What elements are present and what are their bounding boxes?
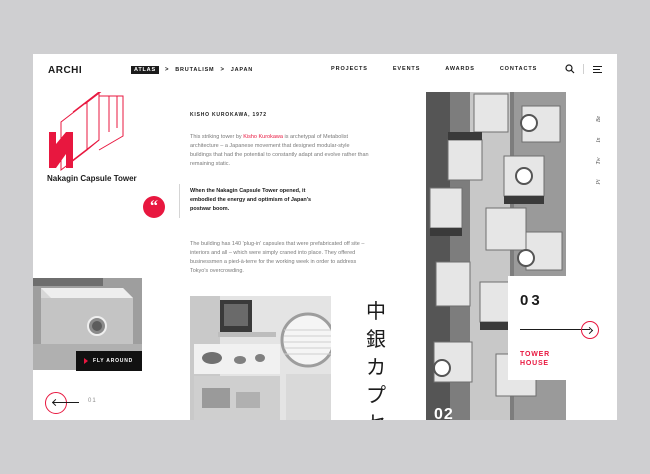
breadcrumb-separator: > [220,67,225,73]
breadcrumb: ATLAS > BRUTALISM > JAPAN [131,66,253,74]
kanji-char: プ [366,383,386,407]
page-frame: ARCHI ATLAS > BRUTALISM > JAPAN PROJECTS… [33,54,617,420]
breadcrumb-japan[interactable]: JAPAN [231,67,253,73]
instagram-link[interactable]: In [596,136,602,144]
pinterest-link[interactable]: Pi [596,178,602,186]
site-logo[interactable]: ARCHI [48,65,82,76]
arrow-left-icon[interactable] [53,402,79,403]
header-divider [583,64,584,74]
arrow-right-icon[interactable] [581,321,599,339]
nav-contacts[interactable]: CONTACTS [500,66,537,72]
twitter-link[interactable]: Tw [596,157,602,165]
breadcrumb-separator: > [164,67,170,73]
capsule-interior-photo [190,296,331,420]
social-links: Be In Tw Pi [595,116,603,185]
fly-around-button[interactable]: FLY AROUND [76,351,142,371]
article-label: KISHO KUROKAWA, 1972 [190,112,267,118]
pull-quote: When the Nakagin Capsule Tower opened, i… [190,188,312,212]
nav-projects[interactable]: PROJECTS [331,66,368,72]
paragraph-text: This striking tower by [190,134,244,140]
kanji-char: 中 [366,299,386,323]
nav-events[interactable]: EVENTS [393,66,420,72]
search-icon[interactable] [565,64,575,74]
article-paragraph-2: The building has 140 'plug-in' capsules … [190,241,365,274]
vertical-japanese-title: 中 銀 カ プ セ [366,297,386,420]
breadcrumb-atlas[interactable]: ATLAS [131,66,159,74]
menu-icon[interactable] [593,66,602,73]
quote-icon: “ [143,196,165,218]
kanji-char: セ [366,409,386,420]
quote-divider [179,184,180,218]
nav-awards[interactable]: AWARDS [445,66,475,72]
architect-link[interactable]: Kisho Kurokawa [243,134,283,140]
next-project-title-line: TOWER [520,351,550,358]
nakagin-logo-icon [49,92,124,172]
kanji-char: カ [366,355,386,379]
page-title: Nakagin Capsule Tower [47,174,137,183]
main-nav: PROJECTS EVENTS AWARDS CONTACTS [331,66,537,72]
card-arrow-line [520,329,590,330]
behance-link[interactable]: Be [596,115,602,123]
kanji-char: 銀 [366,327,386,351]
article-paragraph-1: This striking tower by Kisho Kurokawa is… [190,133,370,169]
page-number: 01 [88,398,97,404]
breadcrumb-brutalism[interactable]: BRUTALISM [175,67,214,73]
next-project-card[interactable]: 03 TOWER HOUSE [508,276,601,380]
play-icon [84,358,88,364]
next-project-number: 03 [520,292,543,309]
next-project-title: TOWER HOUSE [520,350,550,368]
fly-around-label: FLY AROUND [93,358,134,364]
tower-photo-number: 02 [434,406,454,420]
next-project-title-line: HOUSE [520,360,549,367]
